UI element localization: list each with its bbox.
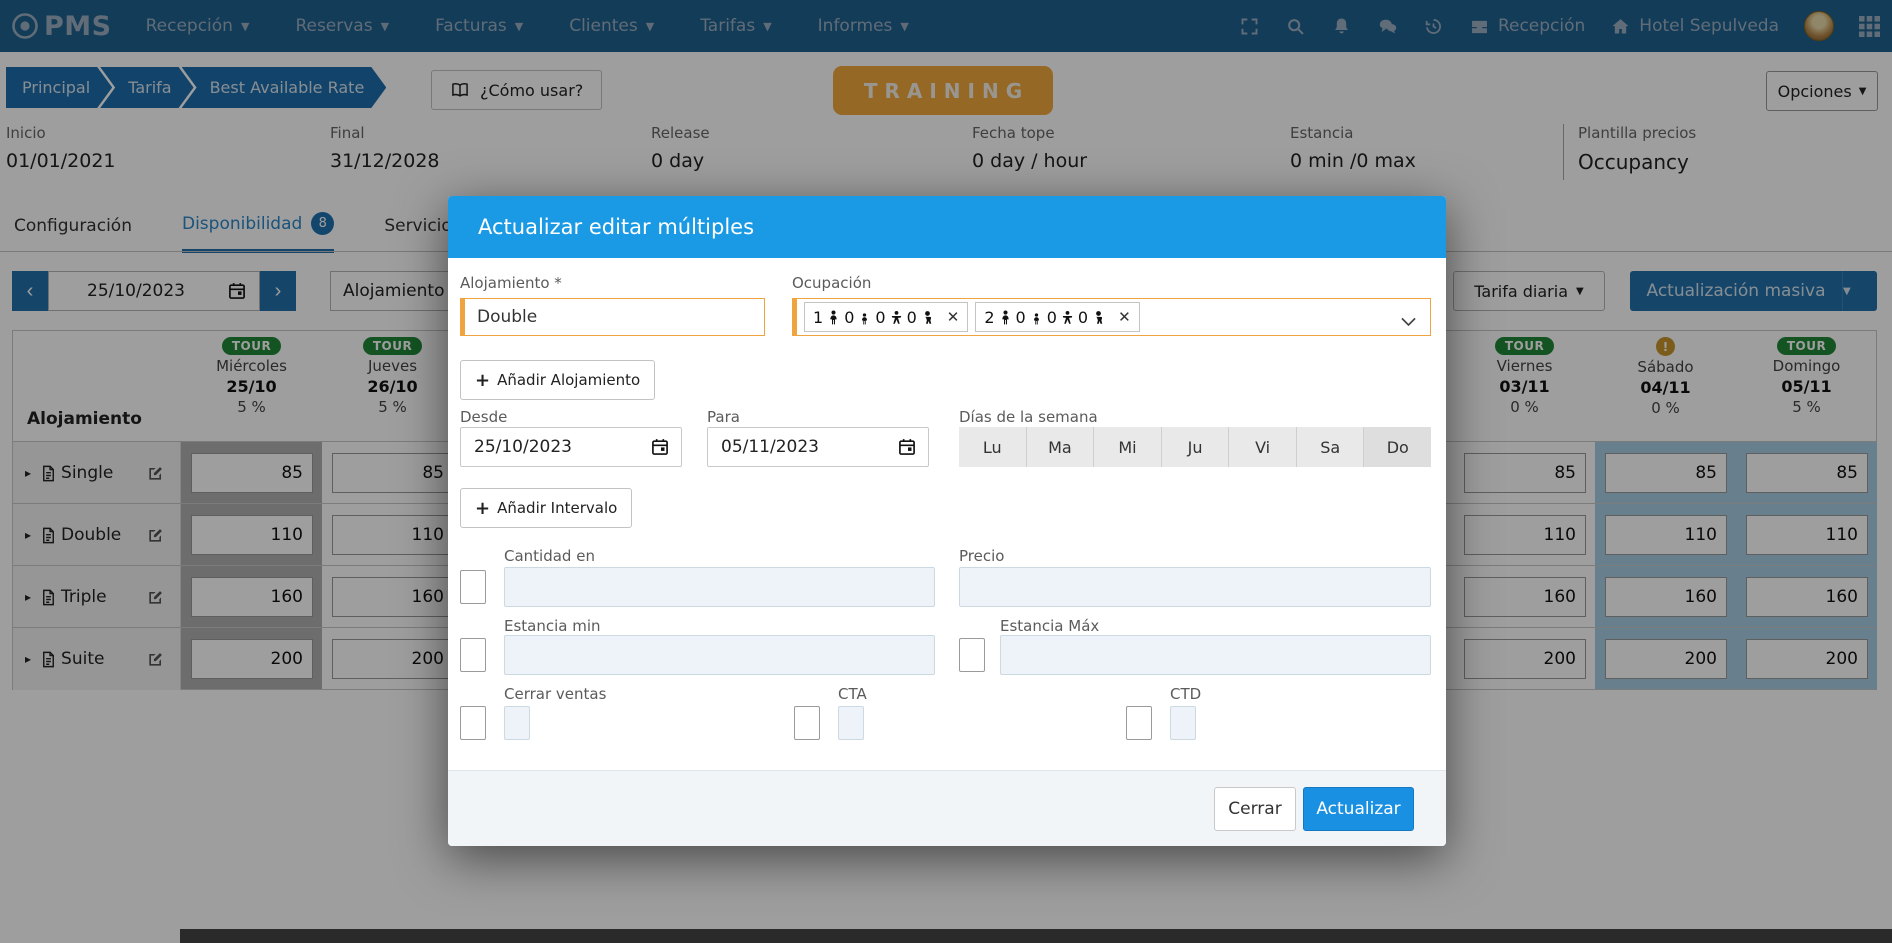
modal-footer: Cerrar Actualizar bbox=[448, 770, 1446, 846]
chip-adults-count: 2 bbox=[984, 308, 994, 327]
weekday-button-do[interactable]: Do bbox=[1363, 427, 1431, 467]
accommodation-value: Double bbox=[477, 307, 537, 327]
from-date-label: Desde bbox=[460, 408, 507, 426]
occupancy-chip[interactable]: 1 0 0 0 ✕ bbox=[804, 302, 968, 332]
occupancy-chip[interactable]: 2 0 0 0 ✕ bbox=[975, 302, 1139, 332]
plus-icon: + bbox=[475, 370, 490, 391]
chip-remove-icon[interactable]: ✕ bbox=[947, 308, 960, 326]
calendar-icon bbox=[897, 437, 917, 457]
junior-icon bbox=[1029, 310, 1044, 325]
price-label: Precio bbox=[959, 547, 1004, 565]
plus-icon: + bbox=[475, 498, 490, 519]
weekday-selector: LuMaMiJuViSaDo bbox=[959, 427, 1431, 467]
chip-children-count: 0 bbox=[875, 308, 885, 327]
adult-icon bbox=[998, 310, 1013, 325]
add-interval-button[interactable]: + Añadir Intervalo bbox=[460, 488, 632, 528]
add-accommodation-button[interactable]: + Añadir Alojamiento bbox=[460, 360, 655, 400]
weekday-button-sa[interactable]: Sa bbox=[1296, 427, 1364, 467]
max-stay-checkbox[interactable] bbox=[959, 638, 985, 672]
from-date-field[interactable]: 25/10/2023 bbox=[460, 427, 682, 467]
chip-babies-count: 0 bbox=[907, 308, 917, 327]
update-button[interactable]: Actualizar bbox=[1303, 787, 1414, 831]
baby-icon bbox=[920, 310, 935, 325]
min-stay-input[interactable] bbox=[504, 635, 935, 675]
close-button[interactable]: Cerrar bbox=[1214, 787, 1296, 831]
occupancy-field[interactable]: 1 0 0 0 ✕ 2 0 0 0 ✕ bbox=[792, 298, 1431, 336]
quantity-input[interactable] bbox=[504, 567, 935, 607]
price-input[interactable] bbox=[959, 567, 1431, 607]
chip-adults-count: 1 bbox=[813, 308, 823, 327]
weekday-button-lu[interactable]: Lu bbox=[959, 427, 1026, 467]
chip-juniors-count: 0 bbox=[844, 308, 854, 327]
close-sales-label: Cerrar ventas bbox=[504, 685, 606, 703]
app-root: PMS Recepción▼Reservas▼Facturas▼Clientes… bbox=[0, 0, 1892, 943]
weekday-button-mi[interactable]: Mi bbox=[1093, 427, 1161, 467]
junior-icon bbox=[857, 310, 872, 325]
min-stay-label: Estancia min bbox=[504, 617, 601, 635]
ctd-checkbox[interactable] bbox=[1126, 706, 1152, 740]
max-stay-label: Estancia Máx bbox=[1000, 617, 1099, 635]
weekdays-label: Días de la semana bbox=[959, 408, 1098, 426]
chip-remove-icon[interactable]: ✕ bbox=[1118, 308, 1131, 326]
chip-babies-count: 0 bbox=[1078, 308, 1088, 327]
child-icon bbox=[1060, 310, 1075, 325]
to-date-field[interactable]: 05/11/2023 bbox=[707, 427, 929, 467]
calendar-icon bbox=[650, 437, 670, 457]
close-sales-checkbox[interactable] bbox=[460, 706, 486, 740]
close-sales-value-checkbox bbox=[504, 706, 530, 740]
bulk-edit-modal: Actualizar editar múltiples Alojamiento … bbox=[448, 196, 1446, 846]
add-accommodation-label: Añadir Alojamiento bbox=[497, 371, 640, 389]
cta-value-checkbox bbox=[838, 706, 864, 740]
chevron-down-icon[interactable] bbox=[1401, 311, 1416, 321]
quantity-label: Cantidad en bbox=[504, 547, 595, 565]
child-icon bbox=[889, 310, 904, 325]
add-interval-label: Añadir Intervalo bbox=[497, 499, 617, 517]
accommodation-label: Alojamiento * bbox=[460, 274, 562, 292]
cta-label: CTA bbox=[838, 685, 867, 703]
max-stay-input[interactable] bbox=[1000, 635, 1431, 675]
quantity-checkbox[interactable] bbox=[460, 570, 486, 604]
weekday-button-vi[interactable]: Vi bbox=[1228, 427, 1296, 467]
cta-checkbox[interactable] bbox=[794, 706, 820, 740]
ctd-label: CTD bbox=[1170, 685, 1201, 703]
modal-title: Actualizar editar múltiples bbox=[478, 215, 754, 239]
from-date-value: 25/10/2023 bbox=[474, 437, 572, 457]
weekday-button-ju[interactable]: Ju bbox=[1161, 427, 1229, 467]
weekday-button-ma[interactable]: Ma bbox=[1026, 427, 1094, 467]
to-date-value: 05/11/2023 bbox=[721, 437, 819, 457]
min-stay-checkbox[interactable] bbox=[460, 638, 486, 672]
modal-header: Actualizar editar múltiples bbox=[448, 196, 1446, 258]
occupancy-label: Ocupación bbox=[792, 274, 871, 292]
ctd-value-checkbox bbox=[1170, 706, 1196, 740]
chip-juniors-count: 0 bbox=[1016, 308, 1026, 327]
adult-icon bbox=[826, 310, 841, 325]
baby-icon bbox=[1091, 310, 1106, 325]
to-date-label: Para bbox=[707, 408, 740, 426]
accommodation-field[interactable]: Double bbox=[460, 298, 765, 336]
chip-children-count: 0 bbox=[1047, 308, 1057, 327]
